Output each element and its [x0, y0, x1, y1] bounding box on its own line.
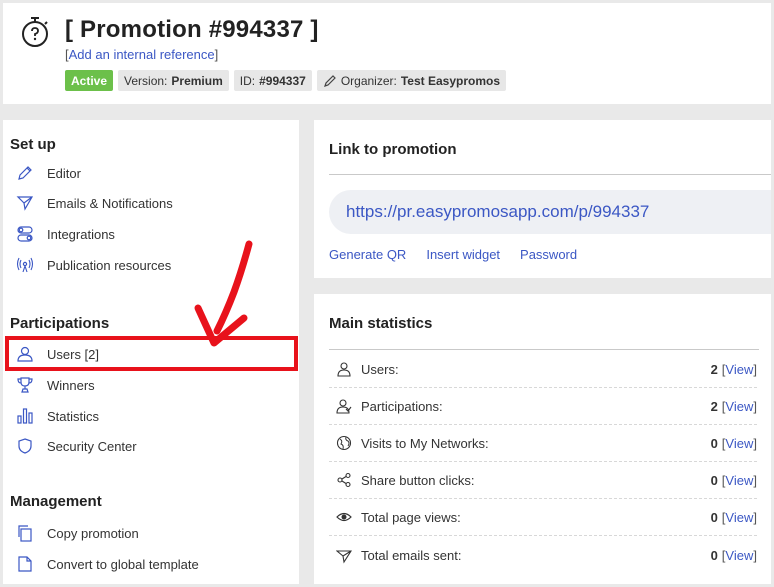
sidebar-item-publication-resources[interactable]: Publication resources	[10, 252, 290, 278]
trophy-icon	[15, 375, 35, 395]
add-internal-reference-link[interactable]: Add an internal reference	[69, 47, 215, 62]
section-title-management: Management	[10, 493, 102, 510]
divider	[329, 349, 759, 350]
send-icon	[335, 547, 353, 565]
stat-row-emails-sent: Total emails sent: 0 [View]	[329, 537, 757, 574]
view-users-link[interactable]: View	[725, 362, 753, 377]
section-title-participations: Participations	[10, 315, 110, 332]
view-share-clicks-link[interactable]: View	[725, 473, 753, 488]
participations-icon	[335, 397, 353, 415]
page-title: [ Promotion #994337 ]	[65, 16, 319, 43]
promotion-url-field[interactable]: https://pr.easypromosapp.com/p/994337	[329, 190, 771, 234]
globe-icon	[335, 434, 353, 452]
password-link[interactable]: Password	[520, 247, 577, 262]
user-icon	[15, 344, 35, 364]
stat-row-participations: Participations: 2 [View]	[329, 388, 757, 425]
sidebar-item-convert-global-template[interactable]: Convert to global template	[10, 551, 290, 577]
shield-icon	[15, 436, 35, 456]
main-statistics-panel: Main statistics Users: 2 [View] Particip…	[314, 294, 771, 584]
sidebar-item-users[interactable]: Users [2]	[10, 341, 290, 367]
pencil-icon	[15, 163, 35, 183]
stats-panel-title: Main statistics	[329, 315, 433, 332]
sidebar-item-winners[interactable]: Winners	[10, 372, 290, 398]
user-icon	[335, 360, 353, 378]
broadcast-icon	[15, 255, 35, 275]
promotion-url-link[interactable]: https://pr.easypromosapp.com/p/994337	[346, 202, 649, 222]
promotion-badges: Active Version: Premium ID: #994337 Organi…	[65, 70, 506, 91]
generate-qr-link[interactable]: Generate QR	[329, 247, 406, 262]
internal-reference: [Add an internal reference]	[65, 47, 219, 62]
sidebar-item-integrations[interactable]: Integrations	[10, 221, 290, 247]
organizer-badge[interactable]: Organizer: Test Easypromos	[316, 70, 506, 91]
version-badge: Version: Premium	[118, 70, 229, 91]
view-visits-link[interactable]: View	[725, 436, 753, 451]
status-badge: Active	[65, 70, 114, 91]
toggles-icon	[15, 224, 35, 244]
link-panel-title: Link to promotion	[329, 141, 457, 158]
document-icon	[15, 554, 35, 574]
link-actions: Generate QR Insert widget Password	[329, 247, 577, 262]
eye-icon	[335, 508, 353, 526]
stat-row-share-clicks: Share button clicks: 0 [View]	[329, 462, 757, 499]
stat-row-visits-my-networks: Visits to My Networks: 0 [View]	[329, 425, 757, 462]
sidebar-item-emails-notifications[interactable]: Emails & Notifications	[10, 190, 290, 216]
bar-chart-icon	[15, 406, 35, 426]
send-icon	[15, 193, 35, 213]
insert-widget-link[interactable]: Insert widget	[426, 247, 500, 262]
id-badge: ID: #994337	[233, 70, 312, 91]
promotion-header: [ Promotion #994337 ] [Add an internal r…	[3, 3, 771, 104]
section-title-setup: Set up	[10, 136, 56, 153]
sidebar-item-security-center[interactable]: Security Center	[10, 433, 290, 459]
divider	[329, 174, 771, 175]
view-emails-sent-link[interactable]: View	[725, 548, 753, 563]
stat-row-users: Users: 2 [View]	[329, 351, 757, 388]
stat-row-page-views: Total page views: 0 [View]	[329, 499, 757, 536]
view-participations-link[interactable]: View	[725, 399, 753, 414]
sidebar: Set up Editor Emails & Notifications Int…	[3, 120, 299, 584]
stopwatch-icon	[22, 17, 48, 47]
copy-icon	[15, 523, 35, 543]
pencil-icon	[323, 74, 336, 87]
sidebar-item-statistics[interactable]: Statistics	[10, 403, 290, 429]
sidebar-item-editor[interactable]: Editor	[10, 160, 290, 186]
link-to-promotion-panel: Link to promotion https://pr.easypromosa…	[314, 120, 771, 278]
sidebar-item-copy-promotion[interactable]: Copy promotion	[10, 520, 290, 546]
share-icon	[335, 471, 353, 489]
view-page-views-link[interactable]: View	[725, 510, 753, 525]
